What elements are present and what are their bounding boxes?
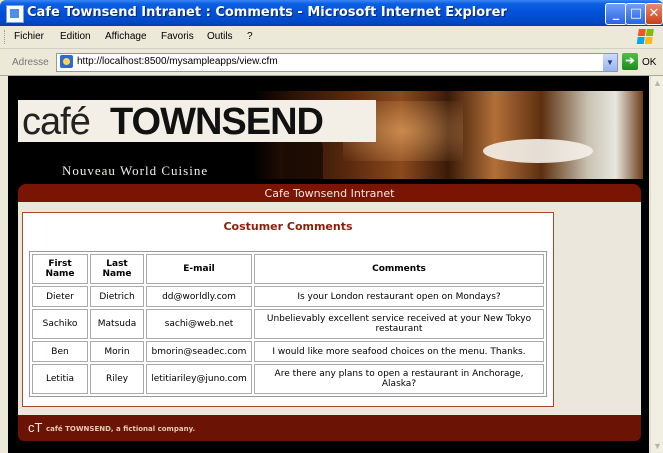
- last-name-cell: Riley: [90, 364, 144, 394]
- window-title: Cafe Townsend Intranet : Comments - Micr…: [27, 5, 507, 20]
- email-cell: dd@worldly.com: [146, 286, 252, 307]
- header-title: Cafe Townsend Intranet: [264, 187, 395, 200]
- first-name-cell: Sachiko: [32, 309, 88, 339]
- menu-outils[interactable]: Outils: [207, 31, 233, 42]
- browser-window: Cafe Townsend Intranet : Comments - Micr…: [0, 0, 663, 453]
- table-row: Sachiko Matsuda sachi@web.net Unbelievab…: [32, 309, 544, 339]
- comment-cell: I would like more seafood choices on the…: [254, 341, 544, 362]
- header-email: E-mail: [146, 254, 252, 284]
- banner: café TOWNSEND Nouveau World Cuisine: [8, 91, 649, 179]
- address-bar: Adresse http://localhost:8500/mysampleap…: [0, 49, 663, 76]
- menu-edition[interactable]: Edition: [60, 31, 91, 42]
- table-row: Ben Morin bmorin@seadec.com I would like…: [32, 341, 544, 362]
- go-button[interactable]: OK: [642, 57, 656, 68]
- panel-title: Costumer Comments: [223, 220, 353, 233]
- footer-logo: cT: [28, 420, 43, 435]
- header-bar: Cafe Townsend Intranet: [18, 184, 641, 202]
- title-bar[interactable]: Cafe Townsend Intranet : Comments - Micr…: [0, 0, 663, 26]
- address-url[interactable]: http://localhost:8500/mysampleapps/view.…: [77, 56, 278, 67]
- menu-fichier[interactable]: Fichier: [14, 31, 44, 42]
- content-area: Costumer Comments First Name Last Name E…: [18, 202, 641, 415]
- comments-table: First Name Last Name E-mail Comments Die…: [29, 251, 547, 397]
- table-header-row: First Name Last Name E-mail Comments: [32, 254, 544, 284]
- toolbar-grip[interactable]: [4, 30, 7, 44]
- header-last-name: Last Name: [90, 254, 144, 284]
- scroll-up-icon[interactable]: ▲: [651, 76, 663, 90]
- address-label: Adresse: [12, 57, 49, 68]
- first-name-cell: Dieter: [32, 286, 88, 307]
- close-button[interactable]: ✕: [645, 3, 663, 25]
- address-input[interactable]: http://localhost:8500/mysampleapps/view.…: [56, 53, 618, 72]
- vertical-scrollbar[interactable]: ▲ ▼: [650, 76, 663, 453]
- logo-cafe: café: [22, 101, 91, 143]
- comment-cell: Are there any plans to open a restaurant…: [254, 364, 544, 394]
- menu-affichage[interactable]: Affichage: [105, 31, 147, 42]
- cafe-page: café TOWNSEND Nouveau World Cuisine Cafe…: [8, 76, 649, 453]
- minimize-button[interactable]: _: [605, 3, 627, 25]
- email-cell: bmorin@seadec.com: [146, 341, 252, 362]
- go-arrow-icon[interactable]: ➔: [622, 53, 638, 70]
- maximize-button[interactable]: □: [625, 3, 647, 25]
- email-cell: sachi@web.net: [146, 309, 252, 339]
- comments-panel: Costumer Comments First Name Last Name E…: [22, 212, 554, 407]
- last-name-cell: Matsuda: [90, 309, 144, 339]
- last-name-cell: Dietrich: [90, 286, 144, 307]
- last-name-cell: Morin: [90, 341, 144, 362]
- first-name-cell: Ben: [32, 341, 88, 362]
- first-name-cell: Letitia: [32, 364, 88, 394]
- email-cell: letitiariley@juno.com: [146, 364, 252, 394]
- logo-townsend: TOWNSEND: [110, 101, 324, 143]
- menu-help[interactable]: ?: [247, 31, 253, 42]
- table-row: Dieter Dietrich dd@worldly.com Is your L…: [32, 286, 544, 307]
- footer-text: café TOWNSEND, a fictional company.: [46, 425, 196, 433]
- header-comments: Comments: [254, 254, 544, 284]
- page-icon: [60, 55, 73, 68]
- windows-logo-icon: [636, 29, 654, 44]
- tagline: Nouveau World Cuisine: [62, 163, 209, 178]
- table-row: Letitia Riley letitiariley@juno.com Are …: [32, 364, 544, 394]
- comment-cell: Is your London restaurant open on Monday…: [254, 286, 544, 307]
- menu-favoris[interactable]: Favoris: [161, 31, 194, 42]
- comment-cell: Unbelievably excellent service received …: [254, 309, 544, 339]
- page-viewport: café TOWNSEND Nouveau World Cuisine Cafe…: [8, 76, 649, 453]
- menu-bar: Fichier Edition Affichage Favoris Outils…: [0, 26, 663, 49]
- address-dropdown-icon[interactable]: ▼: [603, 54, 617, 71]
- header-first-name: First Name: [32, 254, 88, 284]
- footer: cT café TOWNSEND, a fictional company.: [18, 415, 641, 441]
- ie-page-icon: [6, 5, 24, 23]
- scroll-down-icon[interactable]: ▼: [651, 439, 663, 453]
